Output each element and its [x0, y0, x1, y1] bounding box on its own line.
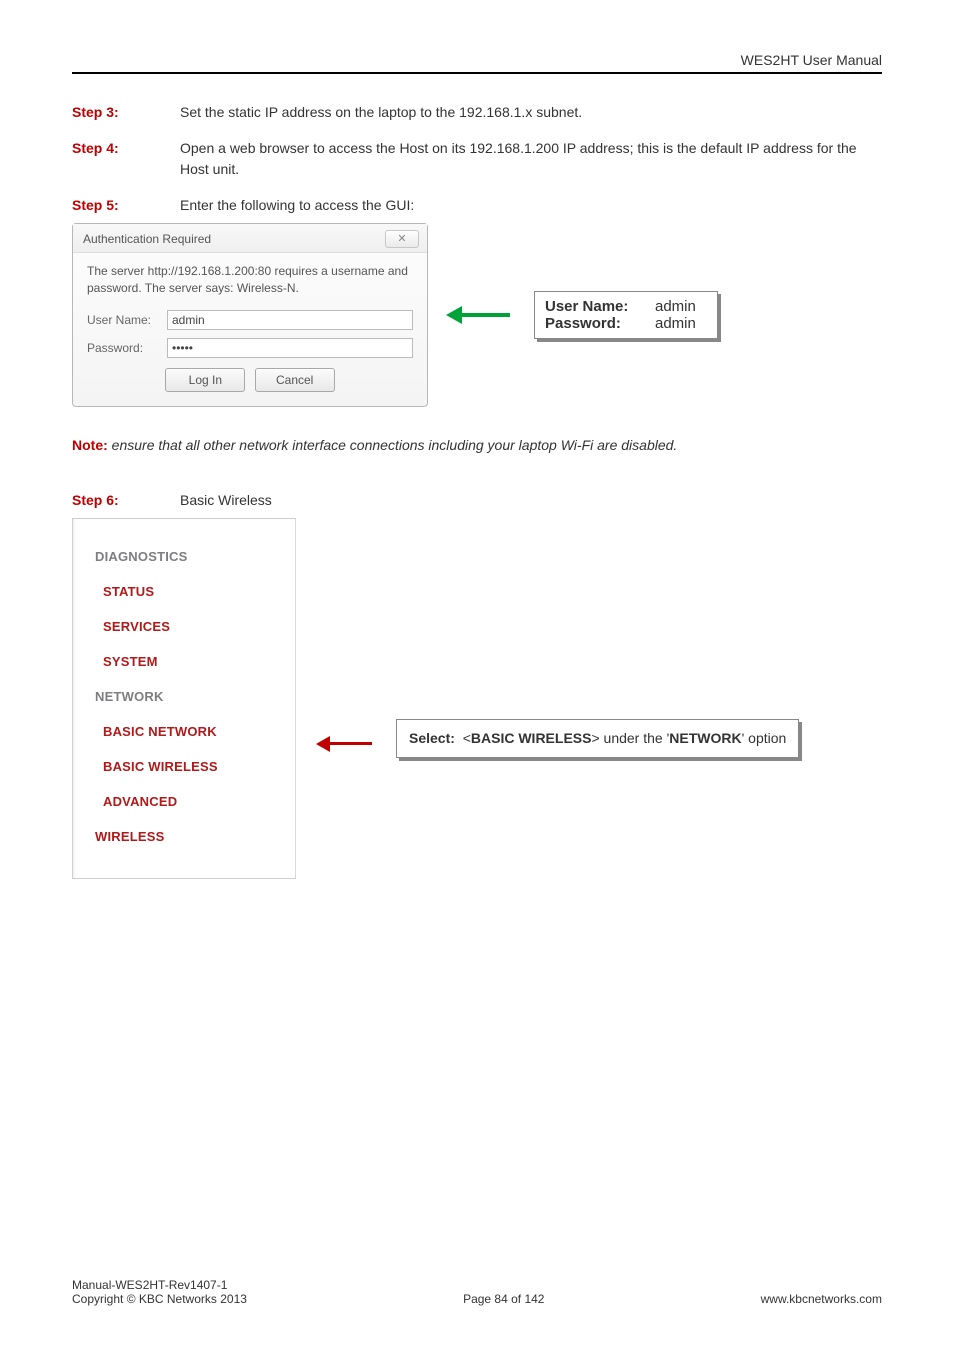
step4-label: Step 4:: [72, 138, 180, 181]
select-lt: <: [459, 730, 471, 746]
step6-text: Basic Wireless: [180, 490, 882, 512]
menu-status[interactable]: STATUS: [73, 574, 295, 609]
select-gt: > under the: [591, 730, 662, 746]
cred-pass-val: admin: [655, 315, 707, 332]
header-title: WES2HT User Manual: [72, 52, 882, 74]
step4-text: Open a web browser to access the Host on…: [180, 138, 882, 181]
menu-system[interactable]: SYSTEM: [73, 644, 295, 679]
menu-services[interactable]: SERVICES: [73, 609, 295, 644]
step3-label: Step 3:: [72, 102, 180, 124]
username-input[interactable]: [167, 310, 413, 330]
select-network: NETWORK: [669, 730, 741, 746]
arrow-left-icon: [446, 306, 510, 324]
page-footer: Manual-WES2HT-Rev1407-1 Copyright © KBC …: [72, 1278, 882, 1306]
close-icon[interactable]: ✕: [385, 230, 419, 248]
menu-advanced[interactable]: ADVANCED: [73, 784, 295, 819]
password-input[interactable]: [167, 338, 413, 358]
footer-manual-id: Manual-WES2HT-Rev1407-1: [72, 1278, 247, 1292]
password-label: Password:: [87, 341, 167, 355]
cred-user-val: admin: [655, 298, 707, 315]
menu-diagnostics[interactable]: DIAGNOSTICS: [73, 539, 295, 574]
footer-url: www.kbcnetworks.com: [761, 1292, 882, 1306]
auth-title-text: Authentication Required: [83, 232, 211, 246]
nav-menu: DIAGNOSTICS STATUS SERVICES SYSTEM NETWO…: [72, 518, 296, 879]
arrow-left-icon: [316, 736, 372, 752]
select-q2: ' option: [742, 730, 787, 746]
step5-text: Enter the following to access the GUI:: [180, 195, 882, 217]
menu-basic-network[interactable]: BASIC NETWORK: [73, 714, 295, 749]
auth-dialog: Authentication Required ✕ The server htt…: [72, 223, 428, 408]
footer-copyright: Copyright © KBC Networks 2013: [72, 1292, 247, 1306]
step6-label: Step 6:: [72, 490, 180, 512]
step3-text: Set the static IP address on the laptop …: [180, 102, 882, 124]
step5-label: Step 5:: [72, 195, 180, 217]
menu-basic-wireless[interactable]: BASIC WIRELESS: [73, 749, 295, 784]
credentials-box: User Name:admin Password:admin: [534, 291, 718, 339]
cred-pass-key: Password:: [545, 315, 655, 332]
cred-user-key: User Name:: [545, 298, 655, 315]
note-label: Note:: [72, 437, 108, 453]
auth-message: The server http://192.168.1.200:80 requi…: [87, 263, 413, 297]
select-prefix-bold: Select:: [409, 730, 455, 746]
note-text: ensure that all other network interface …: [108, 437, 678, 453]
footer-page: Page 84 of 142: [463, 1292, 544, 1306]
username-label: User Name:: [87, 313, 167, 327]
cancel-button[interactable]: Cancel: [255, 368, 335, 392]
menu-network[interactable]: NETWORK: [73, 679, 295, 714]
login-button[interactable]: Log In: [165, 368, 245, 392]
select-instruction: Select: <BASIC WIRELESS> under the 'NETW…: [396, 719, 799, 758]
select-basic-wireless: BASIC WIRELESS: [471, 730, 592, 746]
menu-wireless[interactable]: WIRELESS: [73, 819, 295, 854]
